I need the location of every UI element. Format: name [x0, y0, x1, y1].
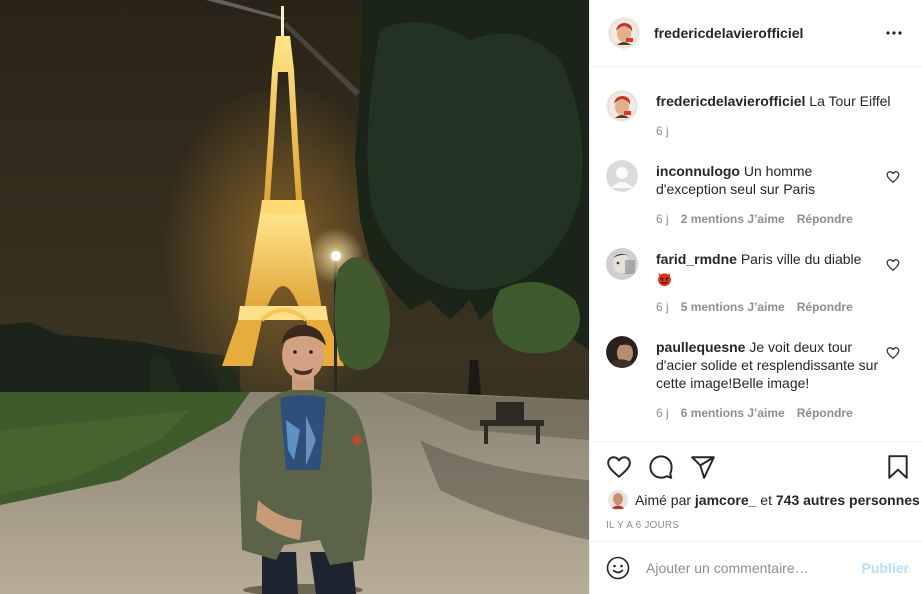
reply-button[interactable]: Répondre: [797, 406, 853, 420]
post-photo[interactable]: [0, 0, 589, 594]
eiffel-tower-night-photo: [0, 0, 589, 594]
liker-avatar[interactable]: [608, 490, 628, 510]
reply-button[interactable]: Répondre: [797, 300, 853, 314]
caption-text: La Tour Eiffel: [809, 93, 891, 109]
comment-likes[interactable]: 6 mentions J’aime: [681, 406, 785, 420]
comment-age[interactable]: 6 j: [656, 212, 669, 226]
comment-item: farid_rmdne Paris ville du diable 😈 6 j …: [606, 248, 906, 318]
comment-likes[interactable]: 2 mentions J’aime: [681, 212, 785, 226]
author-avatar[interactable]: [608, 17, 640, 49]
author-username[interactable]: fredericdelavierofficiel: [654, 25, 803, 41]
comment-age[interactable]: 6 j: [656, 300, 669, 314]
comment-age[interactable]: 6 j: [656, 406, 669, 420]
comment-item: inconnulogo Un homme d'exception seul su…: [606, 160, 906, 230]
comment-bubble-icon[interactable]: [648, 454, 674, 480]
commenter-avatar[interactable]: [606, 336, 638, 368]
post-dialog: fredericdelavierofficiel fredericdelavie…: [0, 0, 922, 594]
publish-button[interactable]: Publier: [862, 560, 909, 576]
reply-button[interactable]: Répondre: [797, 212, 853, 226]
emoji-picker-icon[interactable]: [606, 556, 630, 580]
devil-emoji-icon: [656, 270, 673, 291]
comment-input[interactable]: [646, 560, 846, 576]
more-options-icon[interactable]: [882, 21, 906, 45]
like-heart-icon[interactable]: [606, 454, 632, 480]
liker-username[interactable]: jamcore_: [695, 492, 756, 508]
likes-summary: Aimé par jamcore_ et 743 autres personne…: [608, 490, 920, 510]
caption-item: fredericdelavierofficiel La Tour Eiffel …: [606, 90, 906, 150]
comment-username[interactable]: paullequesne: [656, 339, 745, 355]
comment-username[interactable]: inconnulogo: [656, 163, 740, 179]
likes-others-link[interactable]: 743 autres personnes: [776, 492, 920, 508]
caption-username[interactable]: fredericdelavierofficiel: [656, 93, 805, 109]
comment-item: paullequesne Je voit deux tour d'acier s…: [606, 336, 906, 426]
post-side-panel: fredericdelavierofficiel fredericdelavie…: [589, 0, 922, 594]
comment-username[interactable]: farid_rmdne: [656, 251, 737, 267]
commenter-avatar[interactable]: [606, 160, 638, 192]
share-paper-plane-icon[interactable]: [690, 454, 716, 480]
post-date[interactable]: IL Y A 6 JOURS: [606, 520, 679, 531]
comments-list[interactable]: fredericdelavierofficiel La Tour Eiffel …: [590, 68, 922, 441]
post-actions: Aimé par jamcore_ et 743 autres personne…: [590, 441, 922, 541]
likes-connector: et: [760, 492, 772, 508]
comment-likes[interactable]: 5 mentions J’aime: [681, 300, 785, 314]
likes-prefix: Aimé par: [635, 492, 692, 508]
comment-like-heart-icon[interactable]: [886, 258, 900, 272]
add-comment-bar: Publier: [590, 541, 922, 594]
comment-text: Paris ville du diable: [740, 251, 862, 267]
save-bookmark-icon[interactable]: [885, 454, 911, 480]
comment-like-heart-icon[interactable]: [886, 346, 900, 360]
commenter-avatar[interactable]: [606, 248, 638, 280]
post-header: fredericdelavierofficiel: [590, 0, 922, 67]
author-avatar[interactable]: [606, 90, 638, 122]
caption-age[interactable]: 6 j: [656, 124, 669, 138]
comment-like-heart-icon[interactable]: [886, 170, 900, 184]
